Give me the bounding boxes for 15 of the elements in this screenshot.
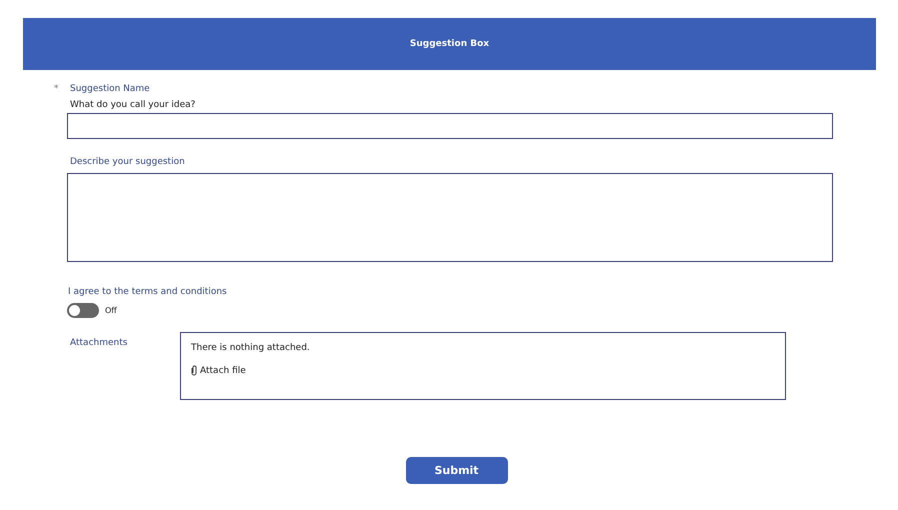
- toggle-state: Off: [105, 306, 117, 314]
- field-label: Suggestion Name: [70, 84, 150, 94]
- field-hint: What do you call your idea?: [70, 100, 196, 112]
- field-label: Attachments: [70, 338, 128, 348]
- form-title: Suggestion Box: [410, 39, 490, 49]
- field-label: Describe your suggestion: [70, 157, 186, 169]
- input-field[interactable]: [67, 113, 833, 139]
- text-area[interactable]: [67, 173, 833, 262]
- toggle-switch[interactable]: [67, 302, 99, 318]
- empty-message: There is nothing attached.: [191, 343, 310, 353]
- attach-file-link[interactable]: Attach file: [200, 366, 246, 376]
- submit-button[interactable]: Submit: [406, 457, 508, 484]
- toggle-label: I agree to the terms and conditions: [68, 287, 228, 299]
- paperclip-icon[interactable]: [191, 365, 197, 376]
- required-icon: *: [54, 84, 58, 94]
